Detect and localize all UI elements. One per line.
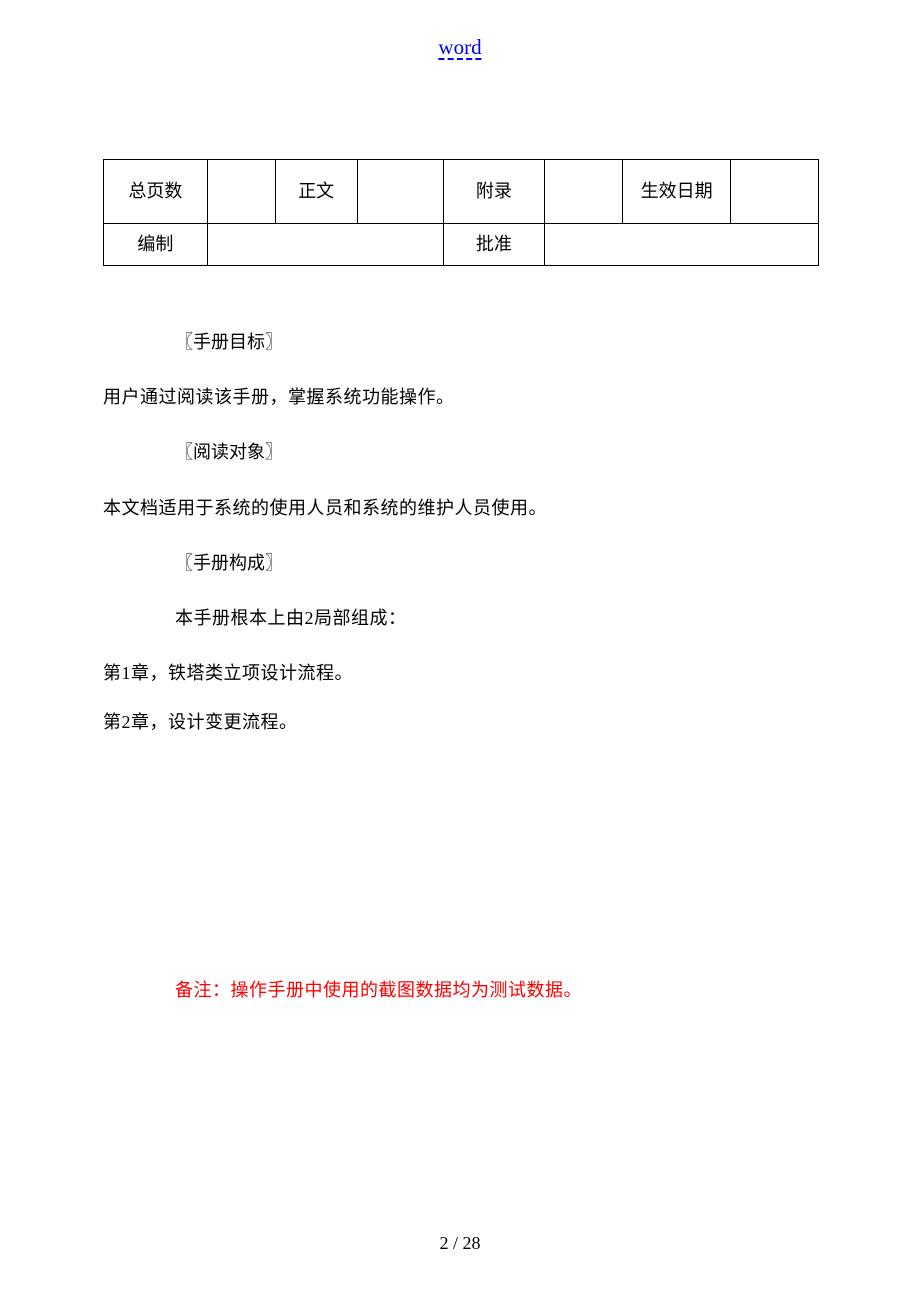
table-row: 编制 批准 [104,224,819,266]
section-intro-structure: 本手册根本上由2局部组成： [175,606,819,631]
chapter-1-text: 第1章，铁塔类立项设计流程。 [103,661,819,686]
appendix-value [545,160,623,224]
appendix-label: 附录 [443,160,545,224]
effective-date-value [731,160,819,224]
body-label: 正文 [275,160,357,224]
body-content: 〖手册目标〗 用户通过阅读该手册，掌握系统功能操作。 〖阅读对象〗 本文档适用于… [103,330,819,1002]
page-number: 2 / 28 [439,1233,480,1254]
compiled-value [207,224,443,266]
chapter-2-text: 第2章，设计变更流程。 [103,710,819,735]
section-heading-goal: 〖手册目标〗 [175,330,819,355]
info-table: 总页数 正文 附录 生效日期 编制 批准 [103,159,819,266]
section-text-audience: 本文档适用于系统的使用人员和系统的维护人员使用。 [103,496,819,521]
total-pages-label: 总页数 [104,160,208,224]
body-value [357,160,443,224]
effective-date-label: 生效日期 [623,160,731,224]
section-heading-structure: 〖手册构成〗 [175,551,819,576]
compiled-label: 编制 [104,224,208,266]
section-text-goal: 用户通过阅读该手册，掌握系统功能操作。 [103,385,819,410]
table-row: 总页数 正文 附录 生效日期 [104,160,819,224]
header-word-link[interactable]: word [438,35,481,60]
remark-text: 备注：操作手册中使用的截图数据均为测试数据。 [175,976,819,1002]
approved-label: 批准 [443,224,545,266]
approved-value [545,224,819,266]
total-pages-value [207,160,275,224]
section-heading-audience: 〖阅读对象〗 [175,440,819,465]
